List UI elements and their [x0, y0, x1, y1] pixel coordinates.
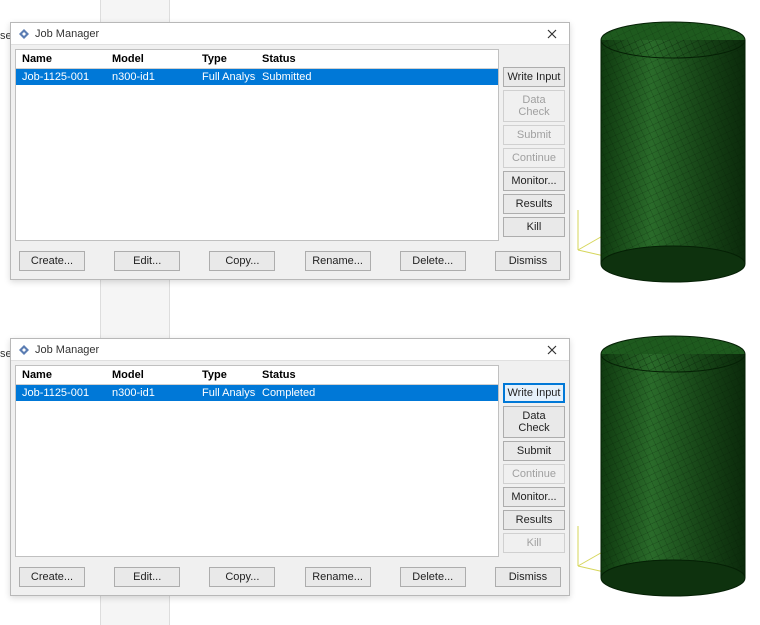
- job-table[interactable]: Name Model Type Status Job-1125-001 n300…: [15, 49, 499, 241]
- table-header: Name Model Type Status: [16, 50, 498, 69]
- continue-button: Continue: [503, 148, 565, 168]
- cell-status: Completed: [256, 385, 498, 401]
- cell-type: Full Analysis: [196, 385, 256, 401]
- edit-button[interactable]: Edit...: [114, 567, 180, 587]
- continue-button: Continue: [503, 464, 565, 484]
- close-button[interactable]: [539, 25, 565, 43]
- job-table[interactable]: Name Model Type Status Job-1125-001 n300…: [15, 365, 499, 557]
- window-title: Job Manager: [35, 28, 99, 40]
- side-button-panel: Write Input Data Check Submit Continue M…: [503, 365, 565, 557]
- rename-button[interactable]: Rename...: [305, 251, 371, 271]
- kill-button: Kill: [503, 533, 565, 553]
- job-manager-dialog-1: Job Manager Name Model Type Status Job-1…: [10, 22, 570, 280]
- cell-type: Full Analysis: [196, 69, 256, 85]
- results-button[interactable]: Results: [503, 194, 565, 214]
- col-header-status[interactable]: Status: [256, 50, 498, 68]
- col-header-type[interactable]: Type: [196, 366, 256, 384]
- data-check-button: Data Check: [503, 90, 565, 122]
- delete-button[interactable]: Delete...: [400, 251, 466, 271]
- col-header-name[interactable]: Name: [16, 50, 106, 68]
- window-title: Job Manager: [35, 344, 99, 356]
- monitor-button[interactable]: Monitor...: [503, 487, 565, 507]
- delete-button[interactable]: Delete...: [400, 567, 466, 587]
- titlebar[interactable]: Job Manager: [11, 339, 569, 361]
- side-button-panel: Write Input Data Check Submit Continue M…: [503, 49, 565, 241]
- submit-button[interactable]: Submit: [503, 441, 565, 461]
- dialog-body: Name Model Type Status Job-1125-001 n300…: [11, 45, 569, 245]
- col-header-model[interactable]: Model: [106, 366, 196, 384]
- app-icon: [17, 343, 31, 357]
- rename-button[interactable]: Rename...: [305, 567, 371, 587]
- bottom-button-bar: Create... Edit... Copy... Rename... Dele…: [11, 561, 569, 595]
- meshed-cylinder-1: [596, 18, 751, 288]
- titlebar[interactable]: Job Manager: [11, 23, 569, 45]
- table-row[interactable]: Job-1125-001 n300-id1 Full Analysis Subm…: [16, 69, 498, 85]
- create-button[interactable]: Create...: [19, 567, 85, 587]
- col-header-name[interactable]: Name: [16, 366, 106, 384]
- bottom-button-bar: Create... Edit... Copy... Rename... Dele…: [11, 245, 569, 279]
- write-input-button[interactable]: Write Input: [503, 383, 565, 403]
- create-button[interactable]: Create...: [19, 251, 85, 271]
- kill-button[interactable]: Kill: [503, 217, 565, 237]
- cell-name: Job-1125-001: [16, 69, 106, 85]
- monitor-button[interactable]: Monitor...: [503, 171, 565, 191]
- submit-button: Submit: [503, 125, 565, 145]
- table-header: Name Model Type Status: [16, 366, 498, 385]
- cell-model: n300-id1: [106, 385, 196, 401]
- app-icon: [17, 27, 31, 41]
- dismiss-button[interactable]: Dismiss: [495, 251, 561, 271]
- meshed-cylinder-2: [596, 332, 751, 602]
- col-header-model[interactable]: Model: [106, 50, 196, 68]
- cell-name: Job-1125-001: [16, 385, 106, 401]
- cell-status: Submitted: [256, 69, 498, 85]
- close-button[interactable]: [539, 341, 565, 359]
- copy-button[interactable]: Copy...: [209, 567, 275, 587]
- edit-button[interactable]: Edit...: [114, 251, 180, 271]
- cell-model: n300-id1: [106, 69, 196, 85]
- job-manager-dialog-2: Job Manager Name Model Type Status Job-1…: [10, 338, 570, 596]
- results-button[interactable]: Results: [503, 510, 565, 530]
- table-row[interactable]: Job-1125-001 n300-id1 Full Analysis Comp…: [16, 385, 498, 401]
- col-header-type[interactable]: Type: [196, 50, 256, 68]
- dialog-body: Name Model Type Status Job-1125-001 n300…: [11, 361, 569, 561]
- copy-button[interactable]: Copy...: [209, 251, 275, 271]
- data-check-button[interactable]: Data Check: [503, 406, 565, 438]
- write-input-button[interactable]: Write Input: [503, 67, 565, 87]
- col-header-status[interactable]: Status: [256, 366, 498, 384]
- dismiss-button[interactable]: Dismiss: [495, 567, 561, 587]
